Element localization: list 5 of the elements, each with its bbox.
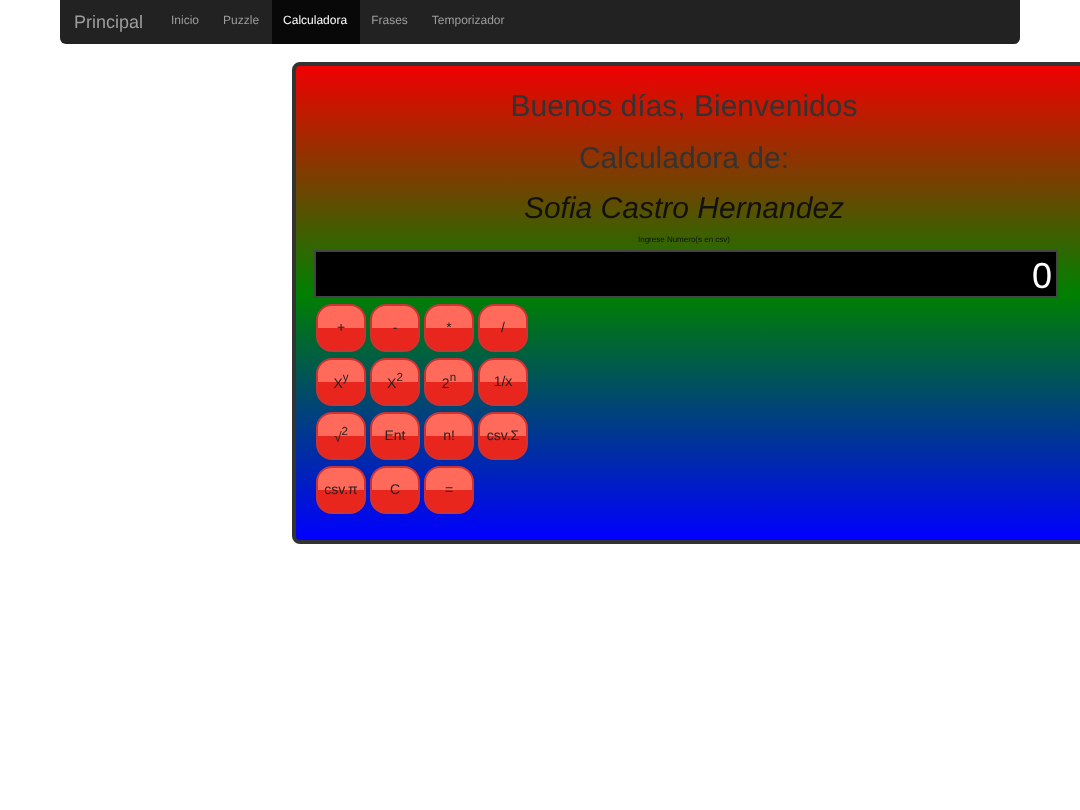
brand-link[interactable]: Principal: [60, 0, 160, 44]
greeting-heading: Buenos días, Bienvenidos: [508, 90, 860, 124]
calculator-title: Calculadora de:: [576, 142, 792, 176]
display-field[interactable]: 0: [314, 250, 1058, 298]
owner-name: Sofia Castro Hernandez: [521, 192, 847, 226]
